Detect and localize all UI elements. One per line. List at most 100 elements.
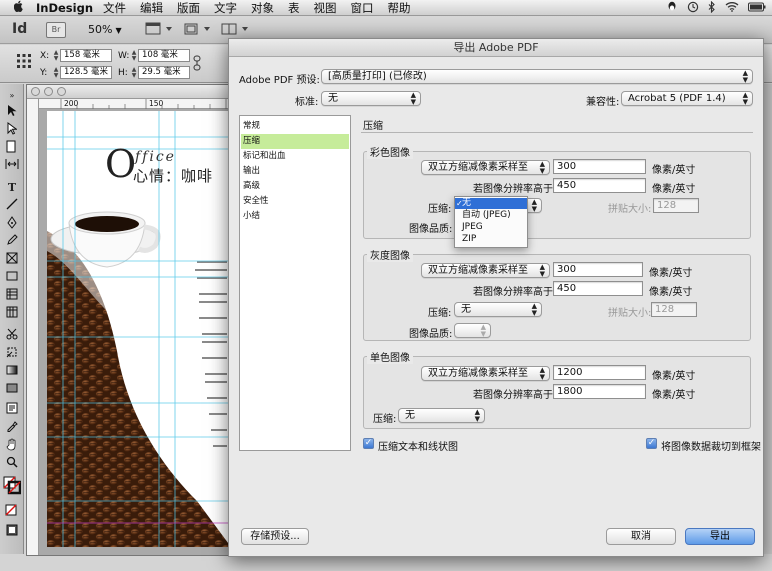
y-value[interactable]: 128.5 毫米 — [60, 66, 112, 79]
bridge-button[interactable]: Br — [46, 22, 66, 38]
minimize-window-icon[interactable] — [44, 87, 53, 96]
preset-select[interactable]: [高质量打印] (已修改) ▲ ▼ — [321, 69, 753, 84]
view-options-button[interactable] — [140, 21, 182, 39]
menu-edit[interactable]: 编辑 — [140, 0, 163, 16]
normal-view-mode-icon[interactable] — [3, 524, 21, 540]
bluetooth-icon[interactable] — [708, 0, 716, 16]
gradient-swatch-tool-icon[interactable] — [3, 364, 21, 380]
gray-compression-select[interactable]: 无 ▲ ▼ — [454, 302, 542, 317]
cancel-button[interactable]: 取消 — [606, 528, 676, 545]
reference-point-icon[interactable] — [16, 53, 32, 72]
category-marks-and-bleeds[interactable]: 标记和出血 — [241, 149, 349, 164]
color-above-input[interactable]: 450 — [553, 178, 646, 193]
note-tool-icon[interactable] — [3, 402, 21, 418]
screen-mode-button[interactable] — [178, 21, 220, 39]
zoom-tool-icon[interactable] — [3, 456, 21, 472]
mono-downsample-select[interactable]: 双立方缩减像素采样至 ▲ ▼ — [421, 366, 550, 381]
menu-option-auto-jpeg[interactable]: 自动 (JPEG) — [455, 210, 527, 221]
standard-select[interactable]: 无 ▲ ▼ — [321, 91, 421, 106]
category-security[interactable]: 安全性 — [241, 194, 349, 209]
menu-option-none[interactable]: ✓ 无 — [455, 198, 527, 209]
mono-compression-select[interactable]: 无 ▲ ▼ — [398, 408, 485, 423]
scissors-tool-icon[interactable] — [3, 328, 21, 344]
menu-window[interactable]: 窗口 — [351, 0, 374, 16]
app-menu[interactable]: InDesign — [36, 1, 93, 15]
compatibility-select[interactable]: Acrobat 5 (PDF 1.4) ▲ ▼ — [621, 91, 753, 106]
horizontal-ruler[interactable]: 200 150 100 — [39, 99, 229, 109]
w-value[interactable]: 108 毫米 — [138, 49, 190, 62]
eyedropper-tool-icon[interactable] — [3, 420, 21, 436]
battery-icon[interactable] — [748, 2, 766, 15]
qq-icon[interactable] — [666, 1, 678, 16]
menu-layout[interactable]: 版面 — [177, 0, 200, 16]
stepper-icon[interactable]: ▲ ▼ — [130, 66, 138, 79]
h-value[interactable]: 29.5 毫米 — [138, 66, 190, 79]
stepper-icon[interactable]: ▲ ▼ — [52, 66, 60, 79]
crop-image-checkbox[interactable]: ✓ — [646, 438, 657, 449]
close-window-icon[interactable] — [31, 87, 40, 96]
free-transform-tool-icon[interactable] — [3, 346, 21, 362]
stepper-icon[interactable]: ▲ ▼ — [130, 49, 138, 62]
selection-tool-icon[interactable] — [3, 104, 21, 120]
gray-downsample-select[interactable]: 双立方缩减像素采样至 ▲ ▼ — [421, 263, 550, 278]
arrange-documents-button[interactable] — [216, 21, 258, 39]
export-button[interactable]: 导出 — [685, 528, 755, 545]
fill-stroke-icon[interactable] — [3, 476, 22, 500]
menu-file[interactable]: 文件 — [103, 0, 126, 16]
category-advanced[interactable]: 高级 — [241, 179, 349, 194]
gray-tile-input[interactable]: 128 — [651, 302, 697, 317]
width-field[interactable]: W: ▲ ▼ 108 毫米 — [118, 49, 190, 62]
rectangle-frame-tool-icon[interactable] — [3, 252, 21, 268]
rectangle-tool-icon[interactable] — [3, 270, 21, 286]
zoom-window-icon[interactable] — [57, 87, 66, 96]
compress-text-checkbox[interactable]: ✓ — [363, 438, 374, 449]
category-general[interactable]: 常规 — [241, 119, 349, 134]
menu-object[interactable]: 对象 — [251, 0, 274, 16]
gradient-feather-tool-icon[interactable] — [3, 382, 21, 398]
menu-option-zip[interactable]: ZIP — [455, 234, 527, 245]
zoom-level-select[interactable]: 50% ▼ — [82, 21, 128, 39]
x-value[interactable]: 158 毫米 — [60, 49, 112, 62]
hand-tool-icon[interactable] — [3, 438, 21, 454]
color-ppi-unit: 像素/英寸 — [652, 165, 696, 176]
pen-tool-icon[interactable] — [3, 216, 21, 232]
vertical-grid-tool-icon[interactable] — [3, 306, 21, 322]
gray-above-input[interactable]: 450 — [553, 281, 643, 296]
stepper-icon[interactable]: ▲ ▼ — [52, 49, 60, 62]
line-tool-icon[interactable] — [3, 198, 21, 214]
vertical-ruler[interactable] — [27, 99, 39, 555]
color-ppi-input[interactable]: 300 — [553, 159, 646, 174]
type-tool-icon[interactable]: T — [3, 180, 21, 196]
page-tool-icon[interactable] — [3, 140, 21, 156]
apply-none-icon[interactable] — [3, 504, 21, 520]
category-compression[interactable]: 压缩 — [241, 134, 349, 149]
menu-view[interactable]: 视图 — [314, 0, 337, 16]
y-position-field[interactable]: Y: ▲ ▼ 128.5 毫米 — [40, 66, 112, 79]
gray-ppi-input[interactable]: 300 — [553, 262, 643, 277]
document-title-bar[interactable] — [27, 85, 229, 99]
document-page[interactable]: O ffice 心情：咖啡 — [47, 111, 229, 547]
x-position-field[interactable]: X: ▲ ▼ 158 毫米 — [40, 49, 112, 62]
color-tile-input[interactable]: 128 — [653, 198, 699, 213]
direct-selection-tool-icon[interactable] — [3, 122, 21, 138]
height-field[interactable]: H: ▲ ▼ 29.5 毫米 — [118, 66, 190, 79]
wifi-icon[interactable] — [725, 1, 739, 15]
menu-option-jpeg[interactable]: JPEG — [455, 222, 527, 233]
category-output[interactable]: 输出 — [241, 164, 349, 179]
color-downsample-select[interactable]: 双立方缩减像素采样至 ▲ ▼ — [421, 160, 550, 175]
pencil-tool-icon[interactable] — [3, 234, 21, 250]
apple-menu-icon[interactable] — [8, 0, 30, 15]
save-preset-button[interactable]: 存储预设... — [241, 528, 309, 545]
menu-help[interactable]: 帮助 — [388, 0, 411, 16]
mono-ppi-input[interactable]: 1200 — [553, 365, 646, 380]
collapse-panel-icon[interactable]: » — [3, 88, 21, 104]
time-machine-icon[interactable] — [687, 1, 699, 16]
gray-quality-select[interactable]: ▲ ▼ — [454, 323, 491, 338]
mono-above-input[interactable]: 1800 — [553, 384, 646, 399]
menu-type[interactable]: 文字 — [214, 0, 237, 16]
menu-table[interactable]: 表 — [288, 0, 300, 16]
horizontal-grid-tool-icon[interactable] — [3, 288, 21, 304]
category-summary[interactable]: 小结 — [241, 209, 349, 224]
constrain-proportions-icon[interactable] — [192, 55, 202, 74]
gap-tool-icon[interactable] — [3, 158, 21, 174]
